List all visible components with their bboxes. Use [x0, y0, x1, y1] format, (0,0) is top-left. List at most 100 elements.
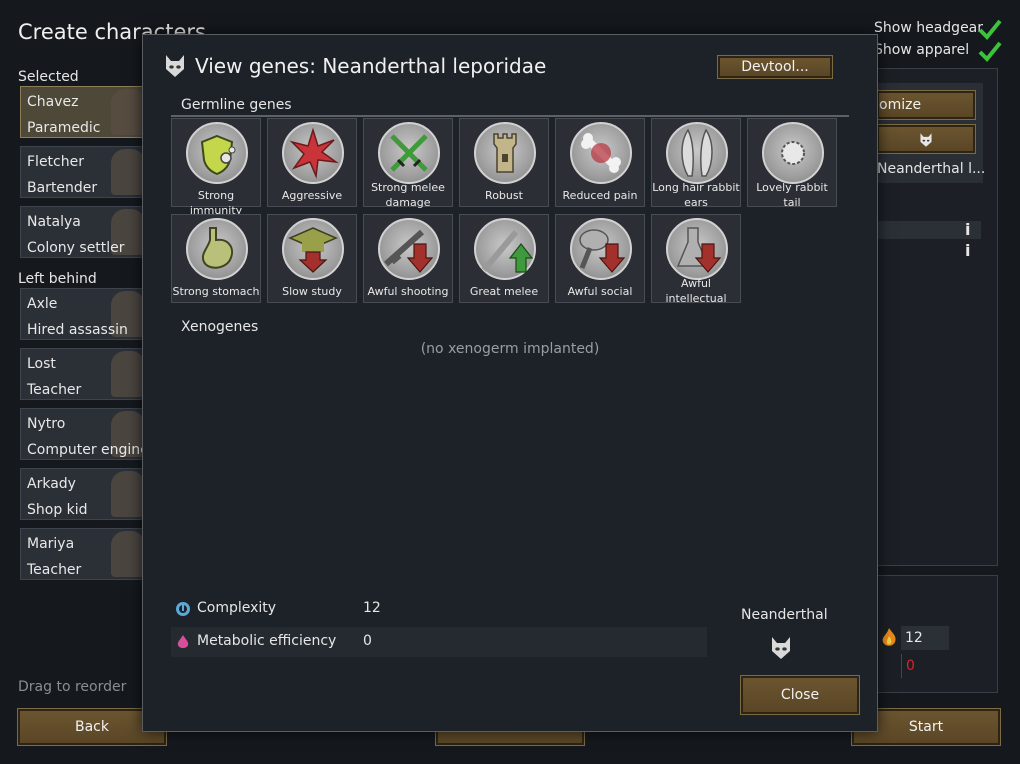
pawn-portrait: [111, 471, 145, 517]
gene-label: Lovely rabbit tail: [756, 181, 828, 209]
show-headgear-label[interactable]: Show headgear: [874, 20, 983, 36]
germline-genes-label: Germline genes: [181, 97, 292, 113]
gene-tile[interactable]: Awful social: [555, 214, 645, 303]
pawn-role: Teacher: [27, 562, 82, 578]
pawn-card[interactable]: Fletcher Bartender: [20, 146, 148, 198]
complexity-value: 12: [363, 600, 381, 616]
graduation-cap-down-icon: [288, 227, 338, 273]
show-apparel-label[interactable]: Show apparel: [874, 42, 969, 58]
pawn-role: Shop kid: [27, 502, 88, 518]
pawn-role: Hired assassin: [27, 322, 128, 338]
bone-icon: [581, 133, 621, 173]
gene-tile[interactable]: Robust: [459, 118, 549, 207]
pawn-role: Teacher: [27, 382, 82, 398]
pawn-card[interactable]: Mariya Teacher: [20, 528, 148, 580]
complexity-label: Complexity: [197, 600, 277, 616]
pawn-name: Mariya: [27, 536, 75, 552]
pawn-name: Natalya: [27, 214, 81, 230]
close-button[interactable]: Close: [740, 675, 860, 715]
xenotype-name: Neanderthal l...: [877, 161, 986, 177]
germline-divider: [171, 115, 849, 117]
fluffy-tail-icon: [781, 141, 805, 165]
pawn-name: Fletcher: [27, 154, 84, 170]
left-behind-label: Left behind: [18, 271, 97, 287]
metabolic-row: Metabolic efficiency 0: [171, 627, 707, 657]
pawn-name: Chavez: [27, 94, 79, 110]
gene-label: Strong stomach: [172, 285, 260, 298]
info-icon[interactable]: i: [965, 220, 970, 239]
complexity-icon: [176, 602, 190, 616]
xenogenes-label: Xenogenes: [181, 319, 259, 335]
gene-label: Slow study: [282, 285, 342, 298]
pawn-role: Bartender: [27, 180, 98, 196]
view-genes-dialog: View genes: Neanderthal leporidae Devtoo…: [142, 34, 878, 732]
gene-tile[interactable]: Slow study: [267, 214, 357, 303]
pawn-card[interactable]: Chavez Paramedic: [20, 86, 148, 138]
character-panel: omize Neanderthal l... i i: [876, 68, 998, 566]
drag-hint: Drag to reorder: [18, 679, 127, 695]
pawn-name: Nytro: [27, 416, 66, 432]
pawn-portrait: [111, 531, 145, 577]
xenotype-button[interactable]: [876, 124, 976, 154]
pawn-name: Lost: [27, 356, 56, 372]
value-0: 0: [901, 654, 949, 678]
pawn-card[interactable]: Nytro Computer enginee: [20, 408, 148, 460]
xenotype-mask-icon[interactable]: [769, 635, 793, 661]
pawn-name: Arkady: [27, 476, 76, 492]
fire-icon: [882, 628, 896, 646]
gene-tile[interactable]: Strong stomach: [171, 214, 261, 303]
metabolic-value: 0: [363, 633, 372, 649]
pawn-card[interactable]: Lost Teacher: [20, 348, 148, 400]
gene-tile[interactable]: Long hair rabbit ears: [651, 118, 741, 209]
gene-tile[interactable]: Aggressive: [267, 118, 357, 207]
tower-icon: [493, 133, 517, 173]
metabolic-label: Metabolic efficiency: [197, 633, 337, 649]
pawn-card[interactable]: Axle Hired assassin: [20, 288, 148, 340]
rifle-down-icon: [384, 229, 434, 273]
complexity-row: Complexity 12: [171, 594, 707, 624]
info-icon-2[interactable]: i: [965, 241, 970, 260]
selected-label: Selected: [18, 69, 79, 85]
flask-down-icon: [676, 227, 722, 273]
pawn-role: Colony settler: [27, 240, 125, 256]
gene-label: Robust: [485, 189, 523, 202]
gene-label: Long hair rabbit ears: [652, 181, 740, 209]
gene-tile[interactable]: Strong melee damage: [363, 118, 453, 209]
gene-label: Awful shooting: [367, 285, 449, 298]
apparel-check-icon[interactable]: [978, 40, 1002, 62]
pawn-role: Paramedic: [27, 120, 101, 136]
customize-button[interactable]: omize: [876, 90, 976, 120]
metabolism-drop-icon: [177, 635, 189, 648]
gene-label: Strong melee damage: [371, 181, 445, 209]
devtool-button[interactable]: Devtool...: [717, 55, 833, 79]
gene-tile[interactable]: Strong immunity: [171, 118, 261, 217]
gene-label: Awful intellectual: [665, 277, 727, 305]
pawn-portrait: [111, 149, 145, 195]
speech-down-icon: [579, 229, 626, 273]
stomach-icon: [201, 227, 234, 269]
pawn-name: Axle: [27, 296, 58, 312]
gene-tile[interactable]: Great melee: [459, 214, 549, 303]
shield-virus-icon: [200, 134, 236, 176]
gene-tile[interactable]: Awful intellectual: [651, 214, 741, 305]
gene-tile[interactable]: Awful shooting: [363, 214, 453, 303]
sword-up-icon: [481, 230, 534, 273]
gene-tile[interactable]: Reduced pain: [555, 118, 645, 207]
pawn-card[interactable]: Arkady Shop kid: [20, 468, 148, 520]
rabbit-ears-icon: [681, 128, 713, 177]
pawn-portrait: [111, 351, 145, 397]
xenotype-mask-icon: [166, 55, 184, 77]
headgear-check-icon[interactable]: [978, 18, 1002, 40]
gene-label: Reduced pain: [562, 189, 638, 202]
xenotype-name: Neanderthal: [741, 607, 828, 623]
gene-label: Great melee: [469, 285, 539, 298]
stats-panel: 12 0: [876, 575, 998, 693]
value-12[interactable]: 12: [901, 626, 949, 650]
pawn-card[interactable]: Natalya Colony settler: [20, 206, 148, 258]
pawn-role: Computer enginee: [27, 442, 148, 458]
gene-tile[interactable]: Lovely rabbit tail: [747, 118, 837, 209]
xenotype-mask-icon: [920, 133, 932, 147]
xenogenes-empty-text: (no xenogerm implanted): [420, 341, 600, 357]
gene-label: Awful social: [567, 285, 633, 298]
gene-label: Aggressive: [281, 189, 343, 202]
